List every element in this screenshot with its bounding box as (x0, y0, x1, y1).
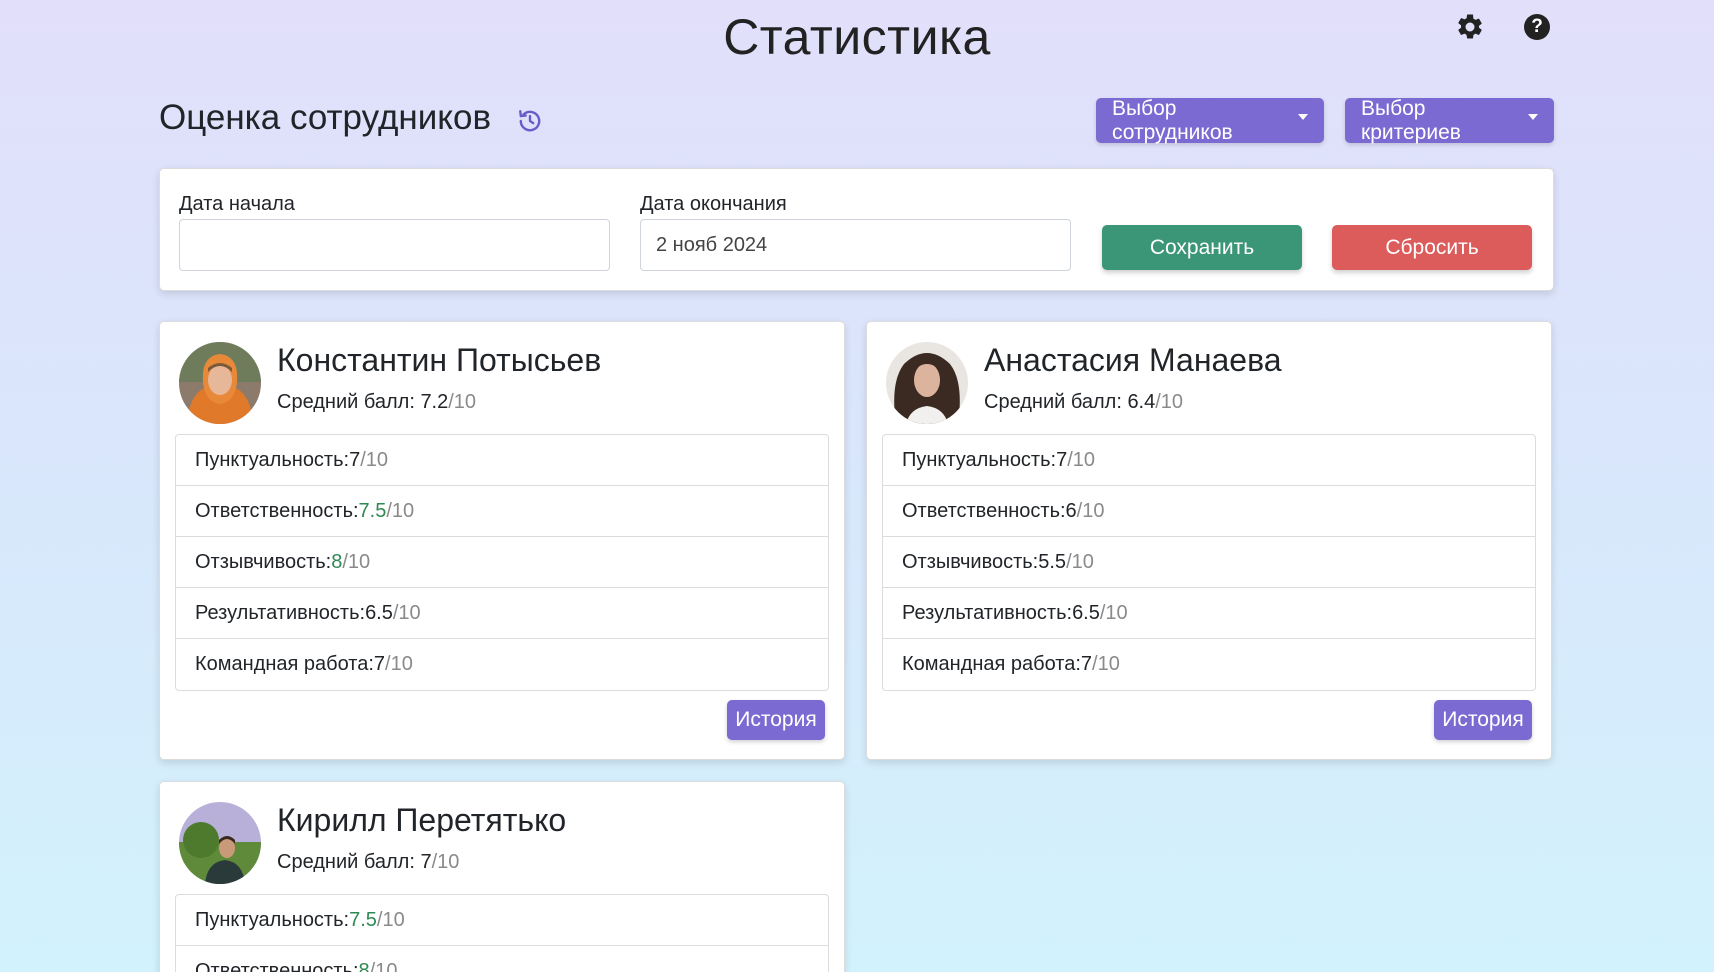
criterion-value: 6.5 (365, 601, 393, 624)
criterion-value: 6.5 (1072, 601, 1100, 624)
caret-down-icon (1528, 113, 1538, 120)
scale-suffix: /10 (369, 960, 398, 972)
scale-suffix: /10 (448, 391, 477, 413)
average-score-value: 7 (420, 851, 432, 873)
employee-select-dropdown[interactable]: Выбор сотрудников (1096, 96, 1324, 144)
list-item: Результативность: 6.5/10 (176, 588, 828, 639)
average-score: Средний балл: 7.2/10 (277, 391, 476, 414)
list-item: Пунктуальность: 7/10 (176, 435, 828, 486)
scale-suffix: /10 (360, 448, 389, 471)
list-item: Ответственность: 7.5/10 (176, 486, 828, 537)
criterion-value: 7 (1080, 653, 1093, 675)
criterion-label: Отзывчивость: (902, 550, 1039, 573)
list-item: Ответственность: 8/10 (176, 946, 828, 972)
start-date-input[interactable] (179, 219, 610, 271)
employee-name: Константин Потысьев (277, 342, 602, 378)
end-date-label: Дата окончания (640, 193, 787, 215)
average-score-label: Средний балл: (984, 391, 1128, 413)
criterion-value: 7.5 (349, 908, 377, 931)
scale-suffix: /10 (1099, 601, 1128, 624)
scale-suffix: /10 (1092, 653, 1120, 675)
average-score-label: Средний балл: (277, 851, 421, 873)
criterion-value: 7 (349, 448, 361, 471)
list-item: Результативность: 6.5/10 (883, 588, 1535, 639)
list-item: Командная работа: 7/10 (883, 639, 1535, 690)
criterion-value: 6 (1065, 499, 1077, 522)
scale-suffix: /10 (1067, 448, 1096, 471)
end-date-input[interactable] (640, 219, 1071, 271)
criterion-label: Результативность: (902, 601, 1073, 624)
scale-suffix: /10 (1076, 499, 1105, 522)
criterion-value: 8 (331, 550, 343, 573)
criterion-label: Пунктуальность: (195, 908, 350, 931)
average-score-label: Средний балл: (277, 391, 421, 413)
scale-suffix: /10 (386, 499, 415, 522)
employee-select-label: Выбор сотрудников (1112, 96, 1233, 144)
criterion-value: 5.5 (1038, 550, 1067, 573)
average-score: Средний балл: 6.4/10 (984, 391, 1183, 414)
scale-suffix: /10 (392, 601, 421, 624)
scale-suffix: /10 (376, 908, 405, 931)
history-button[interactable]: История (1434, 700, 1532, 740)
criteria-select-label: Выбор критериев (1361, 96, 1461, 144)
average-score-value: 6.4 (1127, 391, 1156, 413)
criterion-value: 7.5 (358, 499, 387, 522)
criterion-label: Ответственность: (902, 499, 1066, 522)
start-date-label: Дата начала (179, 193, 295, 215)
criteria-select-dropdown[interactable]: Выбор критериев (1345, 96, 1554, 144)
list-item: Пунктуальность: 7.5/10 (176, 895, 828, 946)
question-circle-icon[interactable]: ? (1522, 12, 1552, 42)
date-filter-card: Дата начала Дата окончания Сохранить Сбр… (159, 168, 1554, 291)
scale-suffix: /10 (1155, 391, 1184, 413)
list-item: Командная работа: 7/10 (176, 639, 828, 690)
scale-suffix: /10 (342, 550, 371, 573)
average-score-value: 7.2 (420, 391, 449, 413)
scale-suffix: /10 (385, 653, 413, 675)
criterion-label: Пунктуальность: (902, 448, 1057, 471)
criterion-label: Командная работа: (902, 653, 1081, 675)
employee-card: Кирилл Перетятько Средний балл: 7/10 Пун… (159, 781, 845, 972)
history-button[interactable]: История (727, 700, 825, 740)
criterion-label: Ответственность: (195, 960, 359, 972)
criteria-list: Пунктуальность: 7/10 Ответственность: 7.… (175, 434, 829, 691)
avatar (179, 802, 261, 884)
employee-card: Анастасия Манаева Средний балл: 6.4/10 П… (866, 321, 1552, 760)
criterion-value: 8 (358, 960, 370, 972)
list-item: Ответственность: 6/10 (883, 486, 1535, 537)
scale-suffix: /10 (1066, 550, 1094, 573)
gear-icon[interactable] (1455, 12, 1485, 42)
criterion-value: 7 (1056, 448, 1068, 471)
list-item: Отзывчивость: 5.5/10 (883, 537, 1535, 588)
employee-name: Анастасия Манаева (984, 342, 1282, 378)
help-glyph: ? (1524, 14, 1550, 40)
scale-suffix: /10 (431, 851, 460, 873)
criterion-label: Командная работа: (195, 653, 374, 675)
employee-card: Константин Потысьев Средний балл: 7.2/10… (159, 321, 845, 760)
history-icon[interactable] (517, 108, 543, 134)
save-button[interactable]: Сохранить (1102, 225, 1302, 270)
criterion-label: Пунктуальность: (195, 448, 350, 471)
criterion-label: Отзывчивость: (195, 550, 332, 573)
list-item: Отзывчивость: 8/10 (176, 537, 828, 588)
criteria-list: Пунктуальность: 7/10 Ответственность: 6/… (882, 434, 1536, 691)
list-item: Пунктуальность: 7/10 (883, 435, 1535, 486)
average-score: Средний балл: 7/10 (277, 851, 459, 874)
section-title: Оценка сотрудников (159, 98, 492, 137)
criterion-label: Ответственность: (195, 499, 359, 522)
caret-down-icon (1298, 113, 1308, 120)
employee-name: Кирилл Перетятько (277, 802, 567, 838)
reset-button[interactable]: Сбросить (1332, 225, 1532, 270)
criteria-list: Пунктуальность: 7.5/10 Ответственность: … (175, 894, 829, 972)
criterion-value: 7 (373, 653, 386, 675)
avatar (179, 342, 261, 424)
avatar (886, 342, 968, 424)
criterion-label: Результативность: (195, 601, 366, 624)
